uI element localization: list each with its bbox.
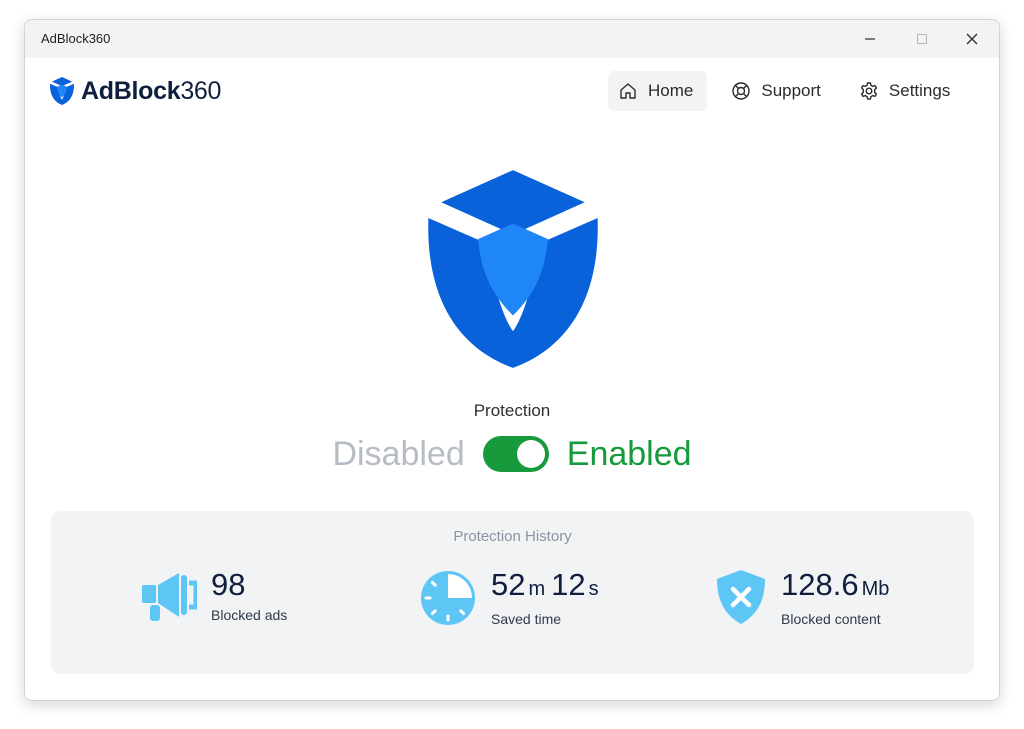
adblock-shield-logo-icon xyxy=(50,77,74,105)
enabled-label: Enabled xyxy=(566,434,692,473)
clock-icon xyxy=(419,569,477,632)
stat-saved-time: 52 m 12 s Saved time xyxy=(419,567,605,632)
nav-settings[interactable]: Settings xyxy=(849,71,964,111)
nav-support-label: Support xyxy=(761,81,821,100)
brand-name: AdBlock360 xyxy=(81,76,222,105)
title-bar[interactable]: AdBlock360 xyxy=(25,20,999,58)
maximize-icon xyxy=(917,34,927,44)
blocked-ads-label: Blocked ads xyxy=(211,607,288,623)
protection-toggle[interactable] xyxy=(482,436,549,472)
window-title: AdBlock360 xyxy=(41,31,111,46)
app-header: AdBlock360 Home Support Settings xyxy=(25,58,999,128)
toggle-knob xyxy=(516,440,545,468)
saved-time-value: 52 m 12 s xyxy=(491,567,599,602)
blocked-content-label: Blocked content xyxy=(781,611,881,627)
maximize-button[interactable] xyxy=(899,20,945,58)
megaphone-icon xyxy=(141,569,199,630)
nav-settings-label: Settings xyxy=(888,81,951,100)
protection-history-panel: Protection History 98 Blocked ads 52 m 1… xyxy=(51,511,974,674)
lifebuoy-icon xyxy=(732,82,751,100)
app-window: AdBlock360 AdBlock360 Home Support Setti… xyxy=(24,19,1000,701)
saved-time-label: Saved time xyxy=(491,611,562,627)
protection-shield-icon xyxy=(421,166,605,377)
close-icon xyxy=(966,33,978,45)
minimize-button[interactable] xyxy=(847,20,893,58)
blocked-ads-value: 98 xyxy=(211,567,246,602)
history-title: Protection History xyxy=(453,528,572,545)
nav-home[interactable]: Home xyxy=(608,71,708,111)
close-button[interactable] xyxy=(949,20,995,58)
protection-toggle-row: Disabled Enabled xyxy=(25,432,999,476)
shield-x-icon xyxy=(715,569,767,630)
disabled-label: Disabled xyxy=(332,434,465,473)
stat-blocked-content: 128.6 Mb Blocked content xyxy=(715,567,895,630)
nav-home-label: Home xyxy=(648,81,694,100)
blocked-content-value: 128.6 Mb xyxy=(781,567,890,602)
nav-support[interactable]: Support xyxy=(721,71,835,111)
brand-logo: AdBlock360 xyxy=(49,76,221,106)
stat-blocked-ads: 98 Blocked ads xyxy=(141,567,287,630)
minimize-icon xyxy=(865,38,875,40)
home-icon xyxy=(620,83,636,99)
protection-label: Protection xyxy=(473,401,551,420)
gear-icon xyxy=(860,82,878,100)
main-nav: Home Support Settings xyxy=(608,71,978,111)
